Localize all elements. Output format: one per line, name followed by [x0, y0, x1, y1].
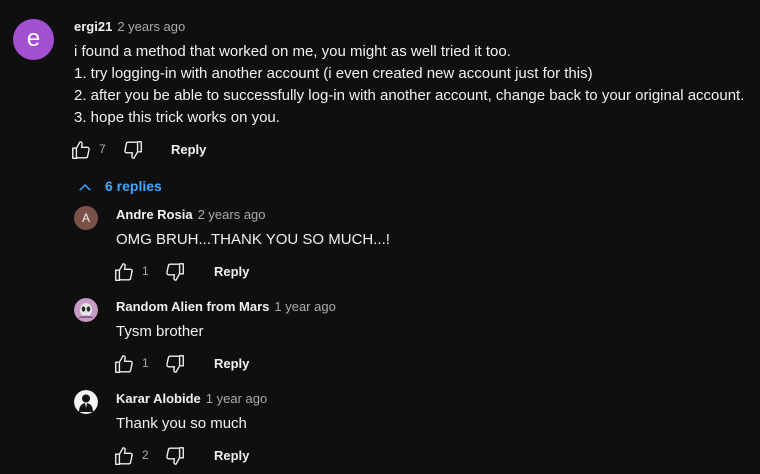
thumbs-down-icon [166, 355, 184, 373]
thumbs-up-icon [115, 447, 133, 465]
like-button[interactable] [70, 139, 94, 163]
dislike-button[interactable] [164, 353, 188, 377]
reply-actions: 1 Reply [113, 353, 313, 377]
reply-text: OMG BRUH...THANK YOU SO MUCH...! [116, 231, 390, 248]
dislike-button[interactable] [164, 261, 188, 285]
like-button[interactable] [113, 261, 137, 285]
comment-line: 1. try logging-in with another account (… [74, 65, 593, 82]
comment-header: ergi21 2 years ago [74, 19, 185, 34]
reply-actions: 2 Reply [113, 445, 313, 469]
avatar[interactable] [74, 298, 98, 322]
dislike-button[interactable] [164, 445, 188, 469]
like-count: 7 [99, 142, 106, 156]
reply-button[interactable]: Reply [214, 448, 249, 463]
reply-header: Random Alien from Mars 1 year ago [116, 299, 336, 314]
reply-timestamp[interactable]: 1 year ago [206, 391, 267, 406]
thumbs-down-icon [124, 141, 142, 159]
reply-author[interactable]: Andre Rosia [116, 207, 193, 222]
comment-line: 2. after you be able to successfully log… [74, 87, 745, 104]
reply-button[interactable]: Reply [214, 356, 249, 371]
comment-text: i found a method that worked on me, you … [74, 41, 744, 129]
comment-author[interactable]: ergi21 [74, 19, 112, 34]
alien-avatar-icon [74, 298, 98, 322]
reply-actions: 1 Reply [113, 261, 313, 285]
thumbs-down-icon [166, 447, 184, 465]
thumbs-up-icon [115, 355, 133, 373]
thumbs-down-icon [166, 263, 184, 281]
replies-count-label: 6 replies [105, 178, 162, 194]
like-count: 1 [142, 264, 149, 278]
person-silhouette-icon [74, 390, 98, 414]
reply-button[interactable]: Reply [214, 264, 249, 279]
like-count: 1 [142, 356, 149, 370]
thumbs-up-icon [72, 141, 90, 159]
reply-timestamp[interactable]: 2 years ago [198, 207, 266, 222]
comment-line: i found a method that worked on me, you … [74, 43, 511, 60]
reply-author[interactable]: Karar Alobide [116, 391, 201, 406]
reply-text: Thank you so much [116, 415, 247, 432]
reply-text: Tysm brother [116, 323, 204, 340]
reply-header: Karar Alobide 1 year ago [116, 391, 267, 406]
reply-timestamp[interactable]: 1 year ago [274, 299, 335, 314]
thumbs-up-icon [115, 263, 133, 281]
dislike-button[interactable] [122, 139, 146, 163]
reply-header: Andre Rosia 2 years ago [116, 207, 266, 222]
avatar[interactable] [74, 390, 98, 414]
avatar[interactable]: A [74, 206, 98, 230]
reply-author[interactable]: Random Alien from Mars [116, 299, 269, 314]
chevron-up-icon [79, 183, 91, 191]
like-count: 2 [142, 448, 149, 462]
like-button[interactable] [113, 353, 137, 377]
comment-thread: e ergi21 2 years ago i found a method tha… [0, 0, 760, 474]
avatar[interactable]: e [13, 19, 54, 60]
comment-line: 3. hope this trick works on you. [74, 109, 280, 126]
comment-actions: 7 Reply [70, 139, 270, 163]
like-button[interactable] [113, 445, 137, 469]
reply-button[interactable]: Reply [171, 142, 206, 157]
comment-timestamp[interactable]: 2 years ago [117, 19, 185, 34]
